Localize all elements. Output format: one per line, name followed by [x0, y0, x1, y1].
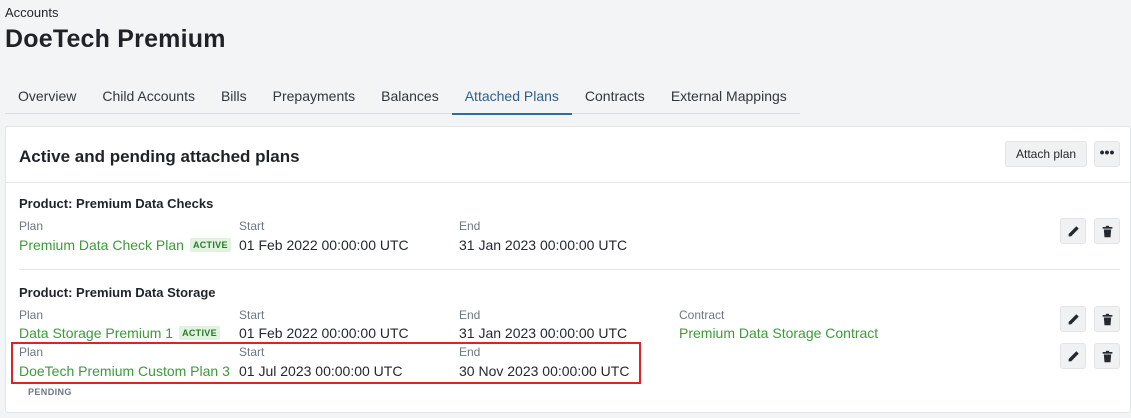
pending-badge: PENDING: [28, 387, 72, 397]
trash-icon: [1102, 313, 1112, 325]
highlight-box: [11, 342, 641, 384]
product-title: Product: Premium Data Checks: [19, 196, 214, 211]
tab-overview[interactable]: Overview: [5, 83, 89, 114]
edit-button[interactable]: [1060, 218, 1086, 244]
tab-bar: Overview Child Accounts Bills Prepayment…: [5, 83, 800, 115]
status-badge: ACTIVE: [179, 326, 220, 340]
attached-plans-card: Active and pending attached plans Attach…: [5, 126, 1131, 413]
end-label: End: [459, 308, 481, 322]
start-date: 01 Feb 2022 00:00:00 UTC: [239, 325, 409, 341]
tab-bills[interactable]: Bills: [208, 83, 260, 114]
card-header: Active and pending attached plans Attach…: [6, 127, 1130, 183]
pencil-icon: [1068, 313, 1079, 324]
breadcrumb[interactable]: Accounts: [5, 5, 58, 20]
delete-button[interactable]: [1094, 218, 1120, 244]
tab-attached-plans[interactable]: Attached Plans: [451, 83, 573, 115]
attach-plan-button[interactable]: Attach plan: [1005, 141, 1088, 167]
tab-balances[interactable]: Balances: [368, 83, 452, 114]
plan-link[interactable]: Premium Data Check Plan ACTIVE: [19, 237, 231, 253]
plan-label: Plan: [19, 308, 44, 322]
pencil-icon: [1068, 225, 1079, 236]
contract-link[interactable]: Premium Data Storage Contract: [679, 325, 878, 341]
start-date: 01 Feb 2022 00:00:00 UTC: [239, 237, 409, 253]
end-date: 31 Jan 2023 00:00:00 UTC: [459, 237, 628, 253]
tab-child-accounts[interactable]: Child Accounts: [89, 83, 208, 114]
tab-contracts[interactable]: Contracts: [572, 83, 658, 114]
plan-name[interactable]: Data Storage Premium 1: [19, 325, 173, 341]
more-options-button[interactable]: •••: [1094, 141, 1120, 167]
page-title: DoeTech Premium: [5, 25, 226, 53]
trash-icon: [1102, 350, 1112, 362]
product-title: Product: Premium Data Storage: [19, 285, 216, 300]
start-label: Start: [239, 219, 265, 233]
delete-button[interactable]: [1094, 343, 1120, 369]
card-title: Active and pending attached plans: [19, 147, 300, 166]
end-label: End: [459, 219, 481, 233]
more-icon: •••: [1099, 144, 1115, 160]
status-badge: ACTIVE: [189, 238, 231, 252]
end-date: 31 Jan 2023 00:00:00 UTC: [459, 325, 628, 341]
plan-label: Plan: [19, 219, 44, 233]
delete-button[interactable]: [1094, 306, 1120, 332]
divider: [19, 269, 1120, 270]
start-label: Start: [239, 308, 265, 322]
tab-prepayments[interactable]: Prepayments: [260, 83, 368, 114]
edit-button[interactable]: [1060, 306, 1086, 332]
tab-external-mappings[interactable]: External Mappings: [658, 83, 800, 114]
plan-name[interactable]: Premium Data Check Plan: [19, 237, 184, 253]
plan-link[interactable]: Data Storage Premium 1 ACTIVE: [19, 325, 220, 341]
contract-label: Contract: [679, 308, 725, 322]
pencil-icon: [1068, 350, 1079, 361]
edit-button[interactable]: [1060, 343, 1086, 369]
trash-icon: [1102, 225, 1112, 237]
